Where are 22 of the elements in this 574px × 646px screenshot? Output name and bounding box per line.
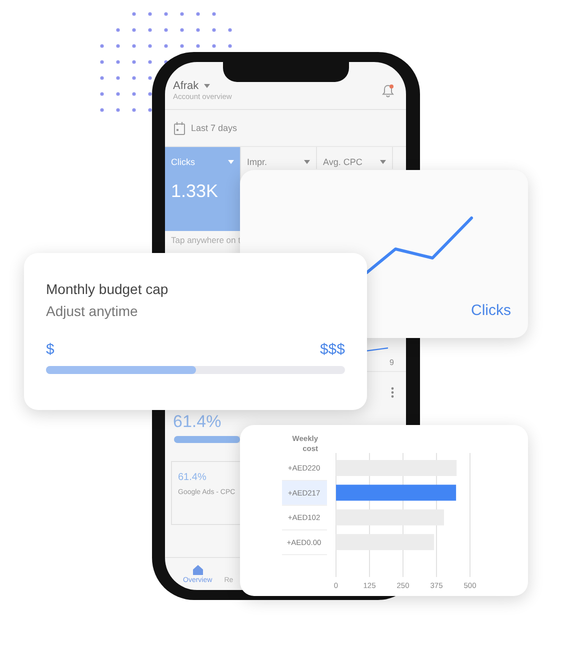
share-value: 61.4% [172, 412, 222, 432]
calendar-icon [174, 122, 185, 134]
stat-value: 61.4% [178, 472, 208, 483]
caret-icon [304, 160, 310, 164]
caret-icon [228, 160, 234, 164]
metric-tab[interactable]: Avg. CPC [317, 147, 393, 169]
card-title: Monthly budget cap [46, 281, 168, 297]
budget-slider-fill[interactable] [46, 366, 196, 374]
card-subtitle: Adjust anytime [46, 303, 138, 319]
chart-label: Clicks [471, 302, 511, 319]
more-icon[interactable] [391, 386, 394, 398]
date-range[interactable]: Last 7 days [191, 123, 238, 133]
metric-tab[interactable]: Impr. [241, 147, 317, 169]
metric-tab[interactable]: Clicks 1.33K [165, 147, 241, 231]
caret-icon [380, 160, 386, 164]
min-label: $ [46, 341, 54, 358]
axis-label: 9 [390, 358, 394, 367]
bell-icon[interactable] [382, 84, 394, 98]
home-icon [192, 564, 203, 574]
caret-icon [204, 84, 210, 88]
account-name[interactable]: Afrak [173, 80, 199, 92]
max-label: $$$ [320, 341, 345, 358]
